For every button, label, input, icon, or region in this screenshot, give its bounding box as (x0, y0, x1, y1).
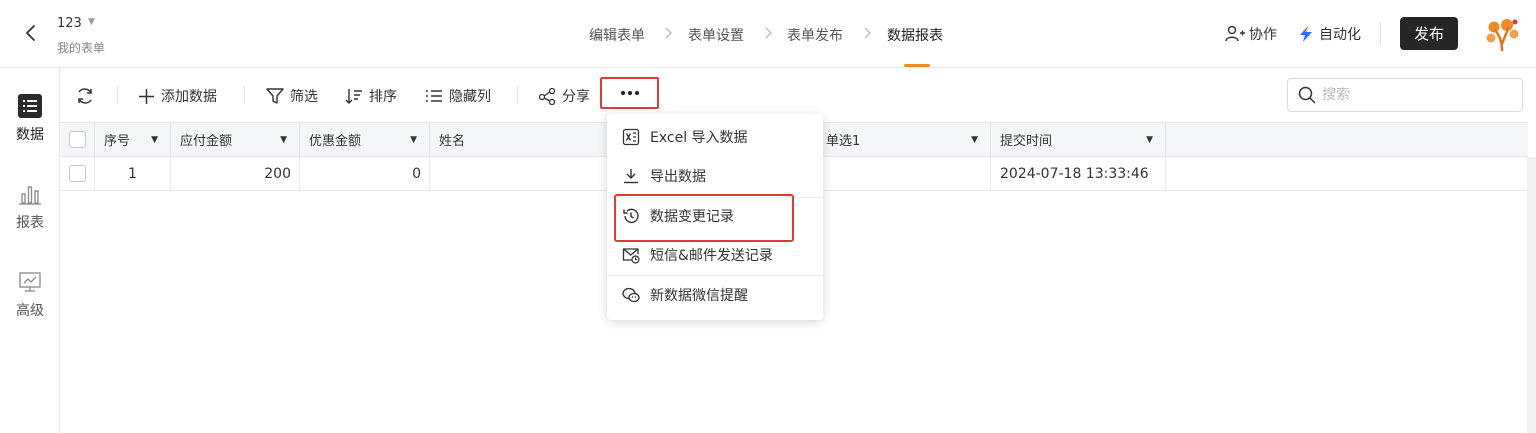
sidebar-item-label: 报表 (16, 215, 44, 231)
automation-label: 自动化 (1319, 27, 1361, 43)
row-checkbox-cell (60, 157, 95, 190)
left-sidebar: 数据 报表 高级 (0, 69, 60, 433)
sort-icon (345, 89, 362, 104)
add-user-icon (1225, 25, 1245, 42)
refresh-icon (78, 88, 92, 104)
step-data-report[interactable]: 数据报表 (887, 25, 943, 45)
column-menu-caret-icon[interactable]: ▼ (971, 135, 978, 145)
menu-item-label: 新数据微信提醒 (650, 288, 748, 304)
column-header-amount-payable[interactable]: 应付金额 ▼ (171, 123, 300, 156)
bar-chart-icon (19, 186, 41, 205)
column-label: 应付金额 (180, 134, 233, 149)
mail-clock-icon (622, 248, 640, 264)
sidebar-item-data[interactable]: 数据 (0, 94, 60, 144)
column-menu-caret-icon[interactable]: ▼ (151, 135, 158, 145)
column-label: 优惠金额 (309, 134, 362, 149)
column-header-index[interactable]: 序号 ▼ (95, 123, 171, 156)
toolbar-divider (517, 86, 518, 104)
column-menu-caret-icon[interactable]: ▼ (410, 135, 417, 145)
chevron-right-icon (765, 27, 772, 39)
add-data-button[interactable]: 添加数据 (138, 86, 217, 106)
sidebar-item-report[interactable]: 报表 (0, 182, 60, 232)
filter-button[interactable]: 筛选 (266, 86, 318, 106)
list-lines-icon (426, 90, 442, 102)
collaborate-label: 协作 (1249, 27, 1277, 43)
sidebar-item-advanced[interactable]: 高级 (0, 270, 60, 320)
sort-label: 排序 (369, 89, 397, 105)
share-icon (538, 87, 556, 105)
filter-icon (266, 88, 284, 104)
cell-submit-time[interactable]: 2024-07-18 13:33:46 (991, 157, 1166, 190)
publish-button[interactable]: 发布 (1400, 17, 1458, 50)
highlight-box (614, 194, 794, 242)
toolbar-divider (244, 86, 245, 104)
column-header-submit-time[interactable]: 提交时间 ▼ (991, 123, 1166, 156)
wechat-icon (622, 287, 640, 303)
select-all-checkbox[interactable] (68, 131, 86, 148)
column-label: 提交时间 (1000, 134, 1053, 149)
download-icon (624, 169, 638, 184)
chevron-right-icon (665, 27, 672, 39)
cell-discount[interactable]: 0 (300, 157, 430, 190)
column-header-choice[interactable]: 单选1 ▼ (817, 123, 991, 156)
column-menu-caret-icon[interactable]: ▼ (280, 135, 287, 145)
sidebar-item-label: 数据 (16, 127, 44, 143)
automation-button[interactable]: 自动化 (1297, 24, 1361, 44)
vertical-scrollbar[interactable] (1527, 157, 1536, 433)
menu-item-export-data[interactable]: 导出数据 (607, 159, 823, 193)
search-input[interactable] (1322, 87, 1502, 103)
menu-item-wechat-reminder[interactable]: 新数据微信提醒 (607, 278, 823, 312)
search-box[interactable] (1287, 78, 1523, 112)
add-data-label: 添加数据 (161, 89, 217, 105)
hide-columns-button[interactable]: 隐藏列 (425, 86, 491, 106)
column-label: 单选1 (826, 134, 861, 149)
collaborate-button[interactable]: 协作 (1225, 24, 1277, 44)
app-switch-caret-icon[interactable]: ▼ (88, 17, 95, 27)
active-step-indicator (904, 64, 930, 67)
excel-import-icon (622, 128, 640, 146)
row-checkbox[interactable] (68, 165, 86, 182)
cell-amount-payable[interactable]: 200 (171, 157, 300, 190)
menu-item-label: 短信&邮件发送记录 (650, 248, 773, 264)
sidebar-item-label: 高级 (16, 303, 44, 319)
step-form-settings[interactable]: 表单设置 (688, 25, 744, 45)
more-dots-icon (620, 91, 639, 95)
menu-item-label: 导出数据 (650, 169, 706, 185)
menu-item-excel-import[interactable]: Excel 导入数据 (607, 120, 823, 154)
plus-icon (139, 88, 154, 104)
avatar[interactable] (1484, 16, 1520, 52)
monitor-chart-icon (19, 272, 41, 292)
sort-button[interactable]: 排序 (345, 86, 397, 106)
app-subtitle: 我的表单 (57, 41, 106, 55)
chevron-right-icon (864, 27, 871, 39)
cell-index: 1 (95, 157, 171, 190)
share-label: 分享 (562, 89, 590, 105)
back-arrow-icon[interactable] (20, 22, 42, 44)
filter-label: 筛选 (290, 89, 318, 105)
toolbar-divider (117, 86, 118, 104)
column-header-discount[interactable]: 优惠金额 ▼ (300, 123, 430, 156)
more-button[interactable] (600, 77, 659, 109)
app-name[interactable]: 123 (57, 16, 82, 31)
share-button[interactable]: 分享 (538, 86, 590, 106)
hide-columns-label: 隐藏列 (449, 89, 491, 105)
list-icon (18, 94, 42, 118)
select-all-checkbox-cell (60, 123, 95, 156)
menu-item-label: Excel 导入数据 (650, 130, 748, 146)
refresh-button[interactable] (75, 86, 95, 106)
cell-choice[interactable] (817, 157, 991, 190)
step-form-publish[interactable]: 表单发布 (787, 25, 843, 45)
menu-item-sms-email-log[interactable]: 短信&邮件发送记录 (607, 238, 823, 272)
search-icon (1298, 86, 1316, 104)
header-divider (1380, 22, 1381, 44)
lightning-icon (1300, 26, 1312, 42)
menu-divider (607, 275, 823, 276)
top-header: 123 ▼ 我的表单 编辑表单 表单设置 表单发布 数据报表 协作 自动化 发布 (0, 0, 1536, 68)
column-menu-caret-icon[interactable]: ▼ (1146, 135, 1153, 145)
step-edit-form[interactable]: 编辑表单 (589, 25, 645, 45)
column-label: 序号 (104, 134, 131, 149)
column-label: 姓名 (439, 134, 466, 149)
